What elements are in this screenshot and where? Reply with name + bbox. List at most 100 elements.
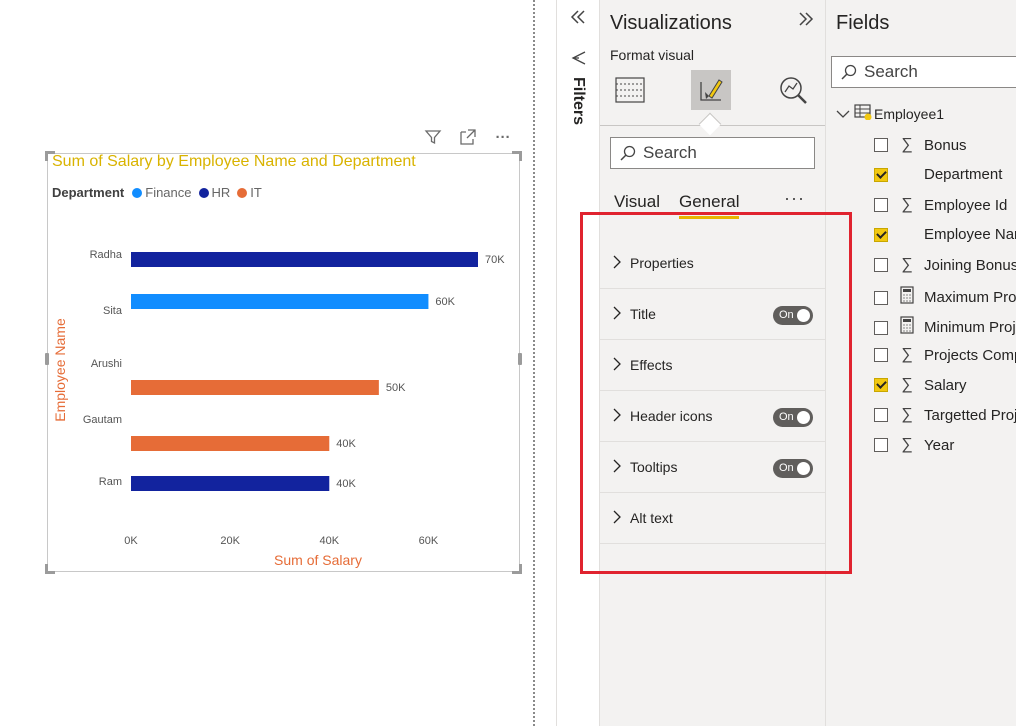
field-item[interactable]: ∑ Joining Bonus [874, 256, 1016, 274]
field-item[interactable]: ∑ Targetted Projects [874, 406, 1016, 424]
funnel-icon[interactable] [422, 128, 444, 148]
chevron-down-icon[interactable] [836, 106, 850, 122]
tab-visual[interactable]: Visual [614, 192, 660, 219]
field-item[interactable]: Maximum Projects [874, 286, 1016, 309]
field-checkbox[interactable] [874, 438, 888, 452]
section-label: Title [630, 306, 656, 322]
field-label: Targetted Projects [924, 406, 1016, 424]
field-checkbox[interactable] [874, 138, 888, 152]
legend-label: Finance [145, 185, 192, 200]
visualizations-pane: Visualizations Format visual Search Visu… [599, 0, 825, 726]
category-tick-label: Ram [99, 476, 122, 488]
field-checkbox[interactable] [874, 378, 888, 392]
search-placeholder: Search [864, 62, 918, 81]
category-tick-label: Arushi [91, 358, 122, 370]
tab-general[interactable]: General [679, 192, 740, 219]
toggle-label: On [779, 462, 794, 474]
field-item[interactable]: ∑ Bonus [874, 136, 967, 154]
title-toggle[interactable]: On [773, 306, 813, 325]
bar-ram[interactable] [131, 476, 330, 491]
field-checkbox[interactable] [874, 198, 888, 212]
x-tick-label: 0K [124, 535, 138, 547]
sigma-icon: ∑ [901, 406, 913, 423]
analytics-icon[interactable] [773, 70, 813, 110]
more-options-icon[interactable]: ··· [784, 188, 805, 209]
sigma-icon: ∑ [901, 346, 913, 363]
field-checkbox[interactable] [874, 258, 888, 272]
category-tick-label: Gautam [83, 414, 122, 426]
section-label: Effects [630, 357, 673, 373]
fields-search-input[interactable]: Search [831, 56, 1016, 88]
bar-arushi[interactable] [131, 380, 379, 395]
filters-toggle[interactable]: Filters [567, 50, 591, 125]
field-label: Employee Id [924, 196, 1008, 214]
x-tick-label: 20K [220, 535, 240, 547]
format-search-input[interactable]: Search [610, 137, 815, 169]
search-icon [620, 145, 636, 161]
toggle-knob [797, 411, 810, 424]
format-pane-body: Search Visual General ··· Properties Tit… [600, 125, 825, 726]
header-icons-toggle[interactable]: On [773, 408, 813, 427]
field-label: Salary [924, 376, 967, 394]
chevron-right-icon [612, 357, 626, 374]
field-item[interactable]: ∑ Year [874, 436, 954, 454]
field-table-employee1[interactable]: Employee1 [836, 104, 944, 123]
format-visual-icon[interactable] [691, 70, 731, 110]
field-item[interactable]: Minimum Projects [874, 316, 1016, 339]
legend-item-it[interactable]: IT [237, 185, 262, 200]
field-item[interactable]: Employee Name [874, 226, 1016, 243]
fields-pane: Fields Search Employee1 ∑ Bonus Department… [825, 0, 1016, 726]
fields-title: Fields [836, 12, 890, 34]
sigma-icon: ∑ [901, 136, 913, 153]
field-item[interactable]: ∑ Employee Id [874, 196, 1007, 214]
field-checkbox[interactable] [874, 227, 888, 242]
field-label: Projects Completed [924, 346, 1016, 364]
table-icon [854, 104, 874, 123]
section-tooltips[interactable]: Tooltips On [600, 442, 825, 493]
section-effects[interactable]: Effects [600, 340, 825, 391]
field-checkbox[interactable] [874, 320, 888, 335]
focus-mode-icon[interactable] [457, 128, 479, 148]
bar-sita[interactable] [131, 294, 429, 309]
data-label: 40K [336, 478, 356, 490]
data-label: 60K [435, 296, 455, 308]
legend-label: HR [211, 185, 231, 200]
more-options-icon[interactable]: ··· [492, 128, 514, 148]
bar-gautam[interactable] [131, 436, 330, 451]
legend-item-hr[interactable]: HR [198, 185, 231, 200]
legend-title: Department [52, 185, 125, 200]
double-chevron-right-icon[interactable] [797, 10, 815, 34]
x-tick-label: 60K [419, 535, 439, 547]
section-alt-text[interactable]: Alt text [600, 493, 825, 544]
build-visual-icon[interactable] [610, 70, 650, 110]
field-item[interactable]: ∑ Projects Completed [874, 346, 1016, 364]
chevron-right-icon [612, 510, 626, 527]
double-chevron-left-icon[interactable] [569, 8, 587, 32]
field-checkbox[interactable] [874, 348, 888, 362]
report-canvas[interactable]: ··· Sum of Salary by Employee Name and D… [0, 0, 534, 726]
tooltips-toggle[interactable]: On [773, 459, 813, 478]
section-title[interactable]: Title On [600, 289, 825, 340]
field-item[interactable]: ∑ Salary [874, 376, 967, 394]
legend-item-finance[interactable]: Finance [132, 185, 192, 200]
field-item[interactable]: Department [874, 166, 1002, 183]
section-properties[interactable]: Properties [600, 238, 825, 289]
field-checkbox[interactable] [874, 290, 888, 305]
resize-handle-right[interactable] [518, 353, 522, 365]
field-checkbox[interactable] [874, 167, 888, 182]
section-header-icons[interactable]: Header icons On [600, 391, 825, 442]
bar-radha[interactable] [131, 252, 478, 267]
resize-handle-top-right[interactable] [512, 151, 522, 161]
sigma-icon: ∑ [901, 256, 913, 273]
data-label: 40K [336, 438, 356, 450]
table-name: Employee1 [874, 105, 945, 122]
legend-dot [237, 187, 248, 198]
field-label: Maximum Projects [924, 289, 1016, 306]
field-label: Department [924, 166, 1003, 183]
section-label: Properties [630, 255, 694, 271]
filters-pane-collapsed[interactable]: Filters [556, 0, 599, 726]
field-checkbox[interactable] [874, 408, 888, 422]
chevron-right-icon [612, 306, 626, 323]
category-tick-label: Radha [90, 249, 123, 261]
funnel-icon [567, 50, 591, 69]
